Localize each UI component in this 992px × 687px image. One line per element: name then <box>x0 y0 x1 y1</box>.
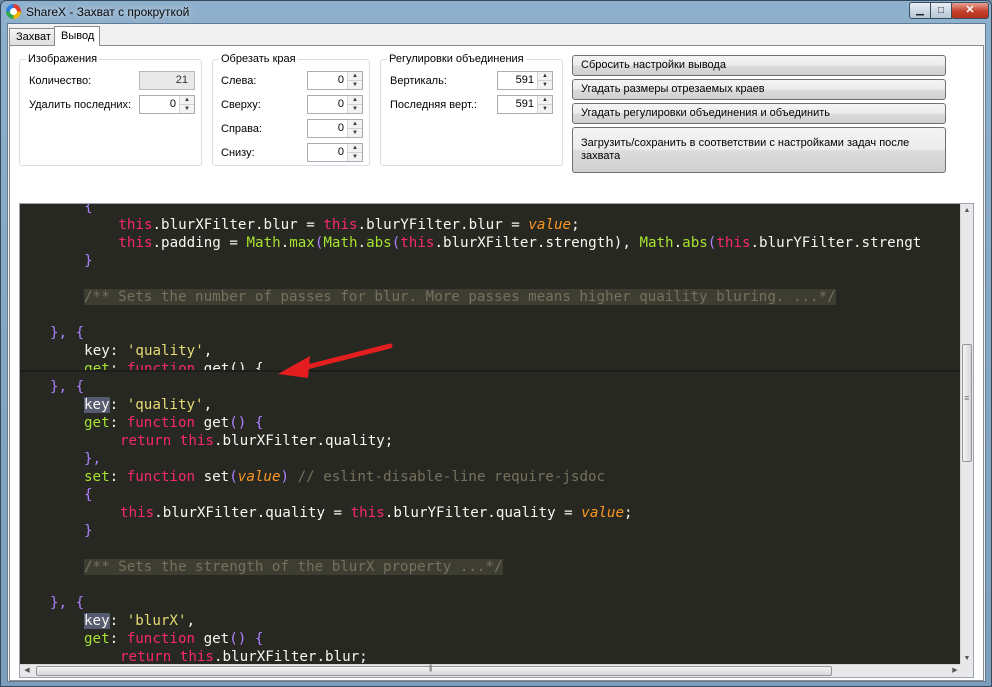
spin-up-icon[interactable]: ▲ <box>538 96 552 105</box>
trim-bottom-spinner[interactable]: ▲ ▼ <box>347 144 362 161</box>
code-preview: { this.blurXFilter.blur = this.blurYFilt… <box>20 204 962 664</box>
spin-down-icon[interactable]: ▼ <box>348 129 362 137</box>
scroll-left-icon[interactable]: ◀ <box>20 665 34 677</box>
last-vertical-spinner[interactable]: ▲ ▼ <box>537 96 552 113</box>
last-vertical-stepper[interactable]: 591 ▲ ▼ <box>497 95 553 114</box>
trim-left-stepper[interactable]: 0 ▲ ▼ <box>307 71 363 90</box>
upload-save-button[interactable]: Загрузить/сохранить в соответствии с нас… <box>572 127 946 173</box>
arrow-head-icon <box>278 356 310 378</box>
spin-down-icon[interactable]: ▼ <box>348 105 362 113</box>
spin-up-icon[interactable]: ▲ <box>348 144 362 153</box>
trim-top-value: 0 <box>337 98 344 110</box>
output-tab-panel: Изображения Количество: 21 Удалить после… <box>9 45 984 681</box>
guess-combine-button[interactable]: Угадать регулировки объединения и объеди… <box>572 103 946 124</box>
tab-output[interactable]: Вывод <box>54 26 100 46</box>
last-vertical-label: Последняя верт.: <box>390 99 477 111</box>
images-group-title: Изображения <box>28 53 98 65</box>
spin-up-icon[interactable]: ▲ <box>348 96 362 105</box>
remove-last-value: 0 <box>169 98 176 110</box>
remove-last-stepper[interactable]: 0 ▲ ▼ <box>139 95 195 114</box>
trim-bottom-value: 0 <box>337 146 344 158</box>
horizontal-scroll-thumb[interactable] <box>36 665 832 676</box>
red-arrow-annotation <box>278 343 393 378</box>
trim-top-label: Сверху: <box>221 99 261 111</box>
spin-up-icon[interactable]: ▲ <box>180 96 194 105</box>
combine-group-title: Регулировки объединения <box>389 53 524 65</box>
trim-top-spinner[interactable]: ▲ ▼ <box>347 96 362 113</box>
vertical-stepper[interactable]: 591 ▲ ▼ <box>497 71 553 90</box>
spin-down-icon[interactable]: ▼ <box>348 81 362 89</box>
preview-image: { this.blurXFilter.blur = this.blurYFilt… <box>19 203 974 678</box>
close-button[interactable]: ✕ <box>951 2 989 19</box>
reset-output-button[interactable]: Сбросить настройки вывода <box>572 55 946 76</box>
spin-down-icon[interactable]: ▼ <box>538 81 552 89</box>
remove-last-spinner[interactable]: ▲ ▼ <box>179 96 194 113</box>
trim-right-stepper[interactable]: 0 ▲ ▼ <box>307 119 363 138</box>
minimize-button[interactable]: ▁ <box>909 2 931 19</box>
scroll-up-icon[interactable]: ▲ <box>961 204 973 218</box>
trim-group-title: Обрезать края <box>221 53 296 65</box>
spin-down-icon[interactable]: ▼ <box>348 153 362 161</box>
trim-left-label: Слева: <box>221 75 257 87</box>
tab-capture[interactable]: Захват <box>9 28 55 45</box>
spin-up-icon[interactable]: ▲ <box>538 72 552 81</box>
vertical-scrollbar[interactable]: ▲ ▼ <box>960 204 973 666</box>
sharex-window: ShareX - Захват с прокруткой ▁ □ ✕ Захва… <box>0 0 992 687</box>
sharex-app-icon <box>6 4 21 19</box>
window-title: ShareX - Захват с прокруткой <box>26 5 190 19</box>
title-bar[interactable]: ShareX - Захват с прокруткой ▁ □ ✕ <box>1 1 991 23</box>
remove-last-label: Удалить последних: <box>29 99 132 111</box>
count-label: Количество: <box>29 75 92 87</box>
trim-bottom-stepper[interactable]: 0 ▲ ▼ <box>307 143 363 162</box>
spin-up-icon[interactable]: ▲ <box>348 72 362 81</box>
guess-edges-button[interactable]: Угадать размеры отрезаемых краев <box>572 79 946 100</box>
scroll-corner <box>960 664 973 677</box>
spin-down-icon[interactable]: ▼ <box>538 105 552 113</box>
last-vertical-value: 591 <box>515 98 534 110</box>
trim-right-value: 0 <box>337 122 344 134</box>
trim-top-stepper[interactable]: 0 ▲ ▼ <box>307 95 363 114</box>
maximize-button[interactable]: □ <box>930 2 952 19</box>
trim-right-label: Справа: <box>221 123 263 135</box>
trim-bottom-label: Снизу: <box>221 147 255 159</box>
vertical-scroll-thumb[interactable] <box>962 344 972 462</box>
client-area: Захват Вывод Изображения Количество: 21 … <box>7 23 986 682</box>
spin-up-icon[interactable]: ▲ <box>348 120 362 129</box>
vertical-label: Вертикаль: <box>390 75 447 87</box>
trim-left-spinner[interactable]: ▲ ▼ <box>347 72 362 89</box>
spin-down-icon[interactable]: ▼ <box>180 105 194 113</box>
vertical-spinner[interactable]: ▲ ▼ <box>537 72 552 89</box>
horizontal-scrollbar[interactable]: ◀ ▶ <box>20 664 962 677</box>
vertical-value: 591 <box>515 74 534 86</box>
trim-left-value: 0 <box>337 74 344 86</box>
count-value: 21 <box>139 71 195 90</box>
trim-right-spinner[interactable]: ▲ ▼ <box>347 120 362 137</box>
